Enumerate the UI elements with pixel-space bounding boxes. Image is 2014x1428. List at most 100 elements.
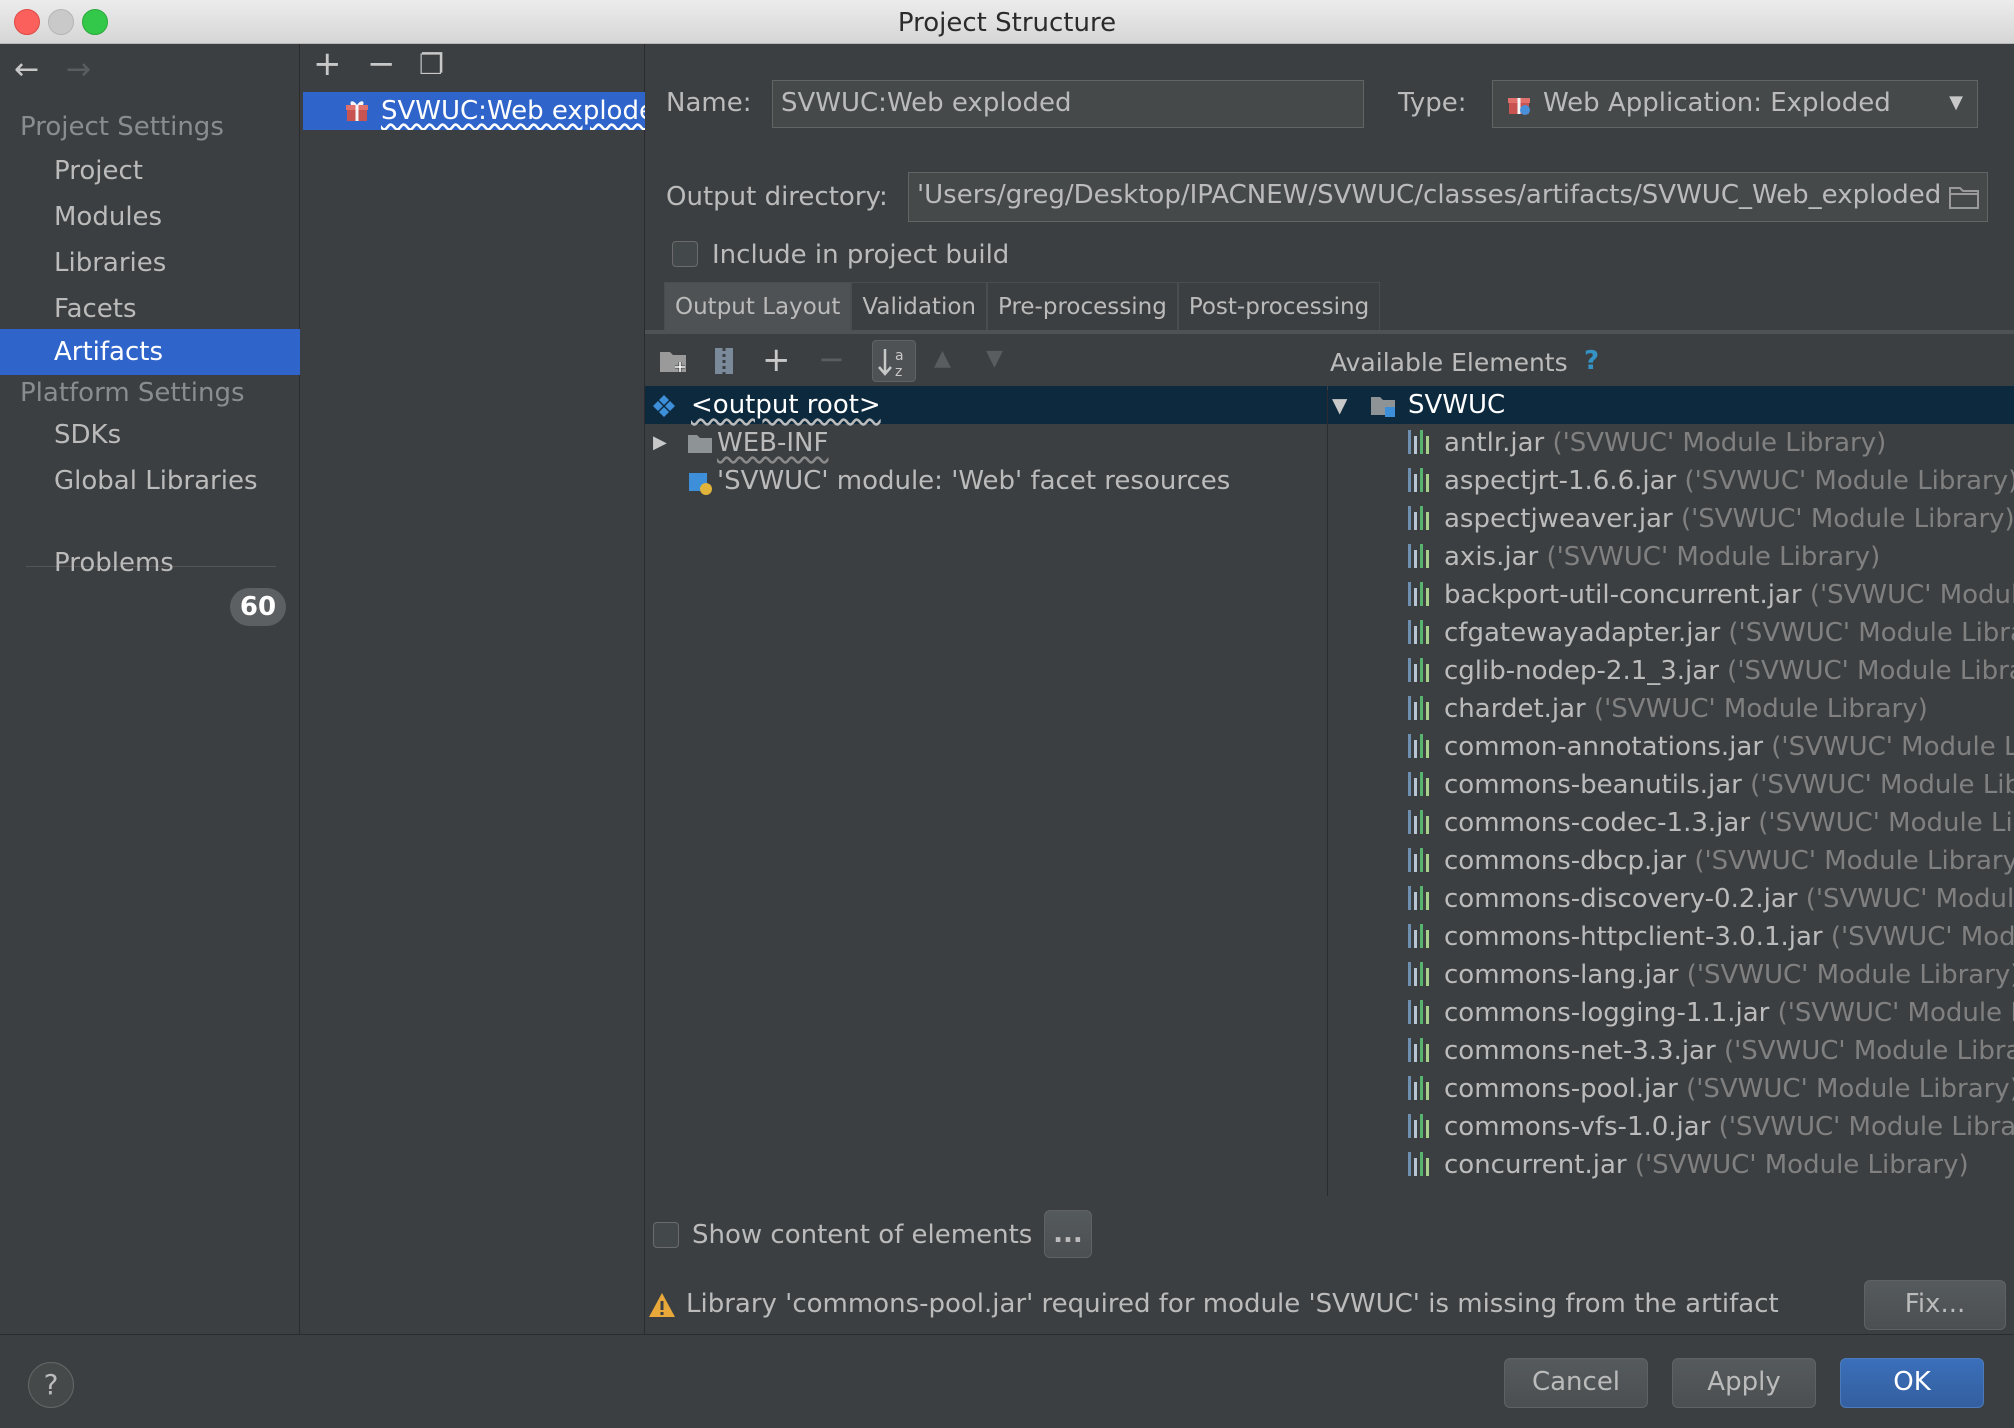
library-item[interactable]: concurrent.jar ('SVWUC' Module Library) — [1408, 1146, 1969, 1184]
library-item[interactable]: commons-beanutils.jar ('SVWUC' Module Li… — [1408, 766, 2014, 804]
name-label: Name: — [666, 88, 752, 118]
sidebar-item-problems[interactable]: Problems — [0, 540, 300, 586]
library-item[interactable]: axis.jar ('SVWUC' Module Library) — [1408, 538, 1880, 576]
window-title: Project Structure — [897, 8, 1117, 38]
cancel-button[interactable]: Cancel — [1504, 1358, 1648, 1408]
library-item[interactable]: chardet.jar ('SVWUC' Module Library) — [1408, 690, 1928, 728]
library-icon — [1408, 810, 1434, 834]
tree-row-svwuc[interactable]: ▼ SVWUC — [1328, 386, 2014, 424]
library-item[interactable]: commons-net-3.3.jar ('SVWUC' Module Libr… — [1408, 1032, 2014, 1070]
help-button[interactable]: ? — [28, 1362, 74, 1408]
library-icon — [1408, 1000, 1434, 1024]
library-item[interactable]: commons-pool.jar ('SVWUC' Module Library… — [1408, 1070, 2014, 1108]
tab-output-layout[interactable]: Output Layout — [664, 282, 852, 330]
sidebar-item-project[interactable]: Project — [0, 148, 300, 194]
more-options-button[interactable]: ... — [1044, 1210, 1092, 1258]
library-item[interactable]: commons-dbcp.jar ('SVWUC' Module Library… — [1408, 842, 2014, 880]
library-scope: ('SVWUC' Modu — [1830, 922, 2014, 952]
library-name: concurrent.jar — [1444, 1150, 1627, 1180]
chevron-down-icon: ▼ — [1949, 92, 1963, 113]
tab-post-processing[interactable]: Post-processing — [1177, 282, 1381, 330]
include-in-build-label: Include in project build — [712, 240, 1010, 270]
type-select-value: Web Application: Exploded — [1543, 88, 1891, 118]
tab-validation[interactable]: Validation — [851, 282, 987, 330]
library-icon — [1408, 1152, 1434, 1176]
library-name: commons-dbcp.jar — [1444, 846, 1687, 876]
output-directory-label: Output directory: — [666, 182, 888, 212]
sidebar-item-modules[interactable]: Modules — [0, 194, 300, 240]
ok-button[interactable]: OK — [1840, 1358, 1984, 1408]
show-content-label: Show content of elements — [692, 1220, 1033, 1250]
output-layout-tree: <output root> ▶ WEB-INF 'SVWUC' module: … — [645, 336, 1327, 1196]
library-item[interactable]: cglib-nodep-2.1_3.jar ('SVWUC' Module Li… — [1408, 652, 2014, 690]
library-name: commons-beanutils.jar — [1444, 770, 1742, 800]
forward-arrow-icon[interactable]: → — [66, 52, 91, 87]
name-input[interactable]: SVWUC:Web exploded — [772, 80, 1364, 128]
library-item[interactable]: antlr.jar ('SVWUC' Module Library) — [1408, 424, 1886, 462]
expand-arrow-icon[interactable]: ▶ — [653, 424, 667, 462]
output-directory-input[interactable]: 'Users/greg/Desktop/IPACNEW/SVWUC/classe… — [908, 172, 1988, 222]
tab-pre-processing[interactable]: Pre-processing — [986, 282, 1178, 330]
apply-button[interactable]: Apply — [1672, 1358, 1816, 1408]
library-name: cglib-nodep-2.1_3.jar — [1444, 656, 1719, 686]
library-item[interactable]: commons-logging-1.1.jar ('SVWUC' Module … — [1408, 994, 2014, 1032]
remove-artifact-icon[interactable]: − — [367, 44, 396, 84]
facet-resources-label: 'SVWUC' module: 'Web' facet resources — [717, 466, 1231, 496]
show-content-checkbox[interactable] — [653, 1222, 679, 1248]
library-scope: ('SVWUC' Module Library) — [1594, 694, 1928, 724]
library-item[interactable]: aspectjweaver.jar ('SVWUC' Module Librar… — [1408, 500, 2014, 538]
library-item[interactable]: aspectjrt-1.6.6.jar ('SVWUC' Module Libr… — [1408, 462, 2014, 500]
library-icon — [1408, 848, 1434, 872]
library-icon — [1408, 924, 1434, 948]
sidebar-item-artifacts[interactable]: Artifacts — [0, 329, 300, 375]
library-icon — [1408, 620, 1434, 644]
output-root-icon — [653, 395, 675, 417]
library-icon — [1408, 658, 1434, 682]
library-item[interactable]: common-annotations.jar ('SVWUC' Module L… — [1408, 728, 2014, 766]
web-app-icon — [1508, 98, 1530, 115]
include-in-build-checkbox[interactable] — [672, 241, 698, 267]
library-name: aspectjrt-1.6.6.jar — [1444, 466, 1677, 496]
library-scope: ('SVWUC' Module Librar — [1723, 1036, 2014, 1066]
library-scope: ('SVWUC' Module Libra — [1727, 656, 2014, 686]
library-scope: ('SVWUC' Module Library) — [1684, 466, 2014, 496]
tree-row-facet-resources[interactable]: 'SVWUC' module: 'Web' facet resources — [645, 462, 1327, 500]
collapse-arrow-icon[interactable]: ▼ — [1332, 386, 1347, 424]
sidebar-item-libraries[interactable]: Libraries — [0, 240, 300, 286]
library-scope: ('SVWUC' Module Library) — [1680, 504, 2014, 534]
tree-row-web-inf[interactable]: ▶ WEB-INF — [645, 424, 1327, 462]
browse-folder-icon[interactable] — [1948, 182, 1980, 210]
library-icon — [1408, 1114, 1434, 1138]
back-arrow-icon[interactable]: ← — [14, 52, 39, 87]
library-name: commons-discovery-0.2.jar — [1444, 884, 1798, 914]
artifact-item-svwuc-web-exploded[interactable]: SVWUC:Web exploded — [303, 92, 645, 130]
library-item[interactable]: commons-vfs-1.0.jar ('SVWUC' Module Libr… — [1408, 1108, 2014, 1146]
platform-settings-header: Platform Settings — [20, 378, 245, 408]
library-item[interactable]: commons-codec-1.3.jar ('SVWUC' Module Li… — [1408, 804, 2014, 842]
add-artifact-icon[interactable]: + — [313, 44, 342, 84]
copy-artifact-icon[interactable]: ❐ — [419, 48, 444, 81]
type-select[interactable]: Web Application: Exploded ▼ — [1492, 80, 1978, 128]
library-scope: ('SVWUC' Module Libr — [1750, 770, 2014, 800]
library-item[interactable]: backport-util-concurrent.jar ('SVWUC' Mo… — [1408, 576, 2014, 614]
library-item[interactable]: commons-lang.jar ('SVWUC' Module Library… — [1408, 956, 2014, 994]
library-name: commons-net-3.3.jar — [1444, 1036, 1716, 1066]
artifact-tabs: Output Layout Validation Pre-processing … — [664, 282, 1381, 330]
library-scope: ('SVWUC' Module Library) — [1546, 542, 1881, 572]
library-item[interactable]: commons-discovery-0.2.jar ('SVWUC' Modul… — [1408, 880, 2014, 918]
type-label: Type: — [1398, 88, 1467, 118]
library-scope: ('SVWUC' Module Library) — [1634, 1150, 1969, 1180]
svwuc-module-label: SVWUC — [1408, 390, 1506, 420]
sidebar-item-sdks[interactable]: SDKs — [0, 412, 300, 458]
fix-button[interactable]: Fix... — [1864, 1280, 2006, 1330]
library-icon — [1408, 468, 1434, 492]
library-name: commons-httpclient-3.0.1.jar — [1444, 922, 1823, 952]
artifact-item-label: SVWUC:Web exploded — [381, 96, 645, 126]
library-item[interactable]: commons-httpclient-3.0.1.jar ('SVWUC' Mo… — [1408, 918, 2014, 956]
library-name: chardet.jar — [1444, 694, 1586, 724]
sidebar-item-facets[interactable]: Facets — [0, 286, 300, 332]
sidebar-item-global-libraries[interactable]: Global Libraries — [0, 458, 300, 504]
library-scope: ('SVWUC' Module Lib — [1771, 732, 2014, 762]
library-item[interactable]: cfgatewayadapter.jar ('SVWUC' Module Lib… — [1408, 614, 2014, 652]
tree-row-output-root[interactable]: <output root> — [645, 386, 1327, 424]
